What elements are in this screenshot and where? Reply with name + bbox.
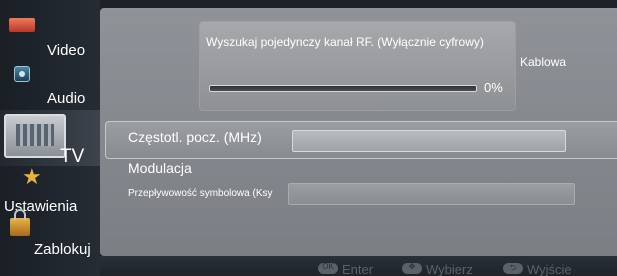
audio-icon (14, 66, 30, 82)
sidebar-item-lock[interactable]: Zablokuj (0, 209, 100, 268)
start-frequency-label: Częstotl. pocz. (MHz) (128, 129, 262, 145)
search-progress-percent: 0% (484, 80, 503, 95)
start-frequency-input[interactable] (292, 130, 566, 152)
dpad-icon (402, 262, 422, 274)
tv-icon (4, 114, 66, 158)
modulation-label[interactable]: Modulacja (128, 160, 192, 176)
search-progress-bar (209, 85, 477, 92)
select-hint-label: Wybierz (426, 262, 473, 276)
sidebar-menu: Video Audio TV ★ Ustawienia Zablokuj (0, 0, 100, 276)
symbol-rate-input[interactable] (288, 183, 575, 205)
sidebar-item-video[interactable]: Video (0, 0, 100, 59)
enter-hint: Enter (318, 262, 373, 276)
video-icon (9, 18, 35, 32)
sidebar-item-label: Video (47, 42, 86, 59)
sidebar-item-settings[interactable]: ★ Ustawienia (0, 164, 100, 216)
sidebar-item-tv[interactable]: TV (0, 110, 100, 167)
sidebar-item-label: Audio (47, 90, 86, 107)
sidebar-item-label: Zablokuj (34, 241, 91, 258)
search-title: Wyszukaj pojedynczy kanał RF. (Wyłącznie… (206, 35, 484, 49)
select-hint: Wybierz (402, 262, 473, 276)
sidebar-item-audio[interactable]: Audio (0, 58, 100, 110)
lock-icon (10, 209, 30, 236)
sidebar-item-label: TV (60, 146, 85, 167)
exit-hint: Wyjście (503, 262, 572, 276)
search-dialog: Wyszukaj pojedynczy kanał RF. (Wyłącznie… (200, 22, 515, 110)
star-icon: ★ (22, 164, 42, 189)
return-icon (503, 262, 523, 276)
enter-hint-label: Enter (342, 262, 374, 276)
exit-hint-label: Wyjście (527, 262, 572, 276)
antenna-mode-value[interactable]: Kablowa (520, 55, 566, 69)
ok-button-icon (318, 262, 338, 274)
symbol-rate-label: Przepływowość symbolowa (Ksy (128, 188, 273, 199)
